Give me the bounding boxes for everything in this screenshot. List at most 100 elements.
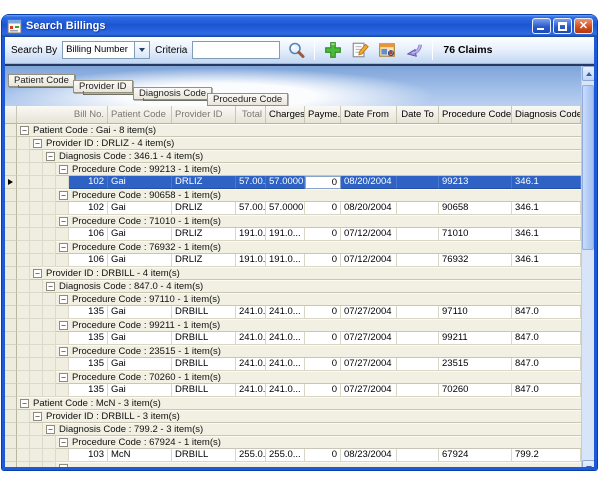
cell-bill-no[interactable]: 103 bbox=[69, 449, 108, 462]
column-header-total[interactable]: Total bbox=[236, 106, 266, 123]
cell-procedure-code[interactable]: 76932 bbox=[439, 254, 512, 267]
cell-diagnosis-code[interactable]: 847.0 bbox=[512, 332, 581, 345]
title-bar[interactable]: Search Billings ✕ bbox=[2, 15, 597, 37]
group-band[interactable]: −Procedure Code : 90658 - 1 item(s) bbox=[56, 189, 581, 202]
cell-date-from[interactable]: 07/27/2004 bbox=[341, 332, 397, 345]
row-selector[interactable] bbox=[5, 371, 17, 384]
collapse-icon[interactable]: − bbox=[59, 321, 68, 330]
group-band[interactable]: −Procedure Code : 76932 - 1 item(s) bbox=[56, 241, 581, 254]
row-selector[interactable] bbox=[5, 254, 17, 267]
table-row[interactable]: 135GaiDRBILL241.0...241.0...007/27/20042… bbox=[5, 358, 581, 371]
cell-patient-code[interactable]: Gai bbox=[108, 306, 172, 319]
maximize-button[interactable] bbox=[553, 18, 572, 34]
cell-diagnosis-code[interactable]: 847.0 bbox=[512, 358, 581, 371]
cell-date-to[interactable] bbox=[397, 228, 439, 241]
cell-bill-no[interactable]: 135 bbox=[69, 332, 108, 345]
cell-procedure-code[interactable]: 23515 bbox=[439, 358, 512, 371]
cell-charges[interactable]: 255.0... bbox=[266, 449, 305, 462]
vertical-scrollbar[interactable] bbox=[581, 66, 594, 470]
cell-bill-no[interactable]: 135 bbox=[69, 358, 108, 371]
row-selector[interactable] bbox=[5, 358, 17, 371]
table-row[interactable]: 106GaiDRLIZ191.0...191.0...007/12/200471… bbox=[5, 228, 581, 241]
group-band[interactable]: −Procedure Code : 99211 - 1 item(s) bbox=[56, 319, 581, 332]
collapse-icon[interactable]: − bbox=[59, 217, 68, 226]
cell-bill-no[interactable]: 106 bbox=[69, 228, 108, 241]
cell-date-to[interactable] bbox=[397, 332, 439, 345]
add-button[interactable] bbox=[322, 39, 344, 61]
table-row[interactable]: 102GaiDRLIZ57.00...57.0000008/20/2004906… bbox=[5, 202, 581, 215]
scrollbar-thumb[interactable] bbox=[582, 85, 594, 250]
row-selector[interactable] bbox=[5, 215, 17, 228]
cell-patient-code[interactable]: Gai bbox=[108, 176, 172, 189]
group-band[interactable]: −Procedure Code : 67924 - 1 item(s) bbox=[56, 436, 581, 449]
group-row[interactable]: −Patient Code : McN - 3 item(s) bbox=[5, 397, 581, 410]
scroll-down-button[interactable] bbox=[582, 460, 595, 470]
collapse-icon[interactable]: − bbox=[59, 295, 68, 304]
column-header-payme-[interactable]: Payme... bbox=[305, 106, 341, 123]
cell-procedure-code[interactable]: 70260 bbox=[439, 384, 512, 397]
cell-date-from[interactable]: 07/27/2004 bbox=[341, 358, 397, 371]
row-selector[interactable] bbox=[5, 202, 17, 215]
cell-bill-no[interactable]: 102 bbox=[69, 202, 108, 215]
cell-diagnosis-code[interactable]: 346.1 bbox=[512, 176, 581, 189]
cell-procedure-code[interactable]: 90658 bbox=[439, 202, 512, 215]
cell-bill-no[interactable]: 106 bbox=[69, 254, 108, 267]
cell-total[interactable]: 57.00... bbox=[236, 176, 266, 189]
row-selector[interactable] bbox=[5, 163, 17, 176]
cell-payments[interactable]: 0 bbox=[305, 449, 341, 462]
column-header-diagnosis-code[interactable]: Diagnosis Code bbox=[512, 106, 581, 123]
row-selector[interactable] bbox=[5, 150, 17, 163]
close-button[interactable]: ✕ bbox=[574, 18, 593, 34]
cell-procedure-code[interactable]: 97110 bbox=[439, 306, 512, 319]
search-by-dropdown[interactable]: Billing Number bbox=[62, 41, 150, 59]
collapse-icon[interactable]: − bbox=[59, 464, 68, 470]
cell-provider-id[interactable]: DRBILL bbox=[172, 449, 236, 462]
row-selector[interactable] bbox=[5, 410, 17, 423]
row-selector[interactable] bbox=[5, 124, 17, 137]
group-row[interactable]: −Patient Code : Gai - 8 item(s) bbox=[5, 124, 581, 137]
cell-date-to[interactable] bbox=[397, 176, 439, 189]
cell-diagnosis-code[interactable]: 346.1 bbox=[512, 202, 581, 215]
row-selector[interactable] bbox=[5, 423, 17, 436]
cell-total[interactable]: 241.0... bbox=[236, 358, 266, 371]
group-row[interactable]: −Procedure Code : 76932 - 1 item(s) bbox=[5, 241, 581, 254]
cell-payments[interactable]: 0 bbox=[305, 358, 341, 371]
cell-date-to[interactable] bbox=[397, 254, 439, 267]
cell-procedure-code[interactable]: 99211 bbox=[439, 332, 512, 345]
group-band[interactable]: −Provider ID : DRBILL - 4 item(s) bbox=[30, 267, 581, 280]
collapse-icon[interactable]: − bbox=[59, 347, 68, 356]
cell-bill-no[interactable]: 135 bbox=[69, 384, 108, 397]
cell-payments[interactable]: 0 bbox=[305, 254, 341, 267]
cell-diagnosis-code[interactable]: 799.2 bbox=[512, 449, 581, 462]
group-row[interactable]: −Procedure Code : 23515 - 1 item(s) bbox=[5, 345, 581, 358]
row-selector[interactable] bbox=[5, 189, 17, 202]
cell-date-from[interactable]: 08/20/2004 bbox=[341, 202, 397, 215]
group-row[interactable]: −Procedure Code : 67924 - 1 item(s) bbox=[5, 436, 581, 449]
row-selector[interactable] bbox=[5, 397, 17, 410]
cell-date-from[interactable]: 07/27/2004 bbox=[341, 306, 397, 319]
column-header-date-to[interactable]: Date To bbox=[397, 106, 439, 123]
cell-procedure-code[interactable]: 71010 bbox=[439, 228, 512, 241]
row-selector[interactable] bbox=[5, 332, 17, 345]
group-row[interactable]: −Provider ID : DRBILL - 4 item(s) bbox=[5, 267, 581, 280]
row-selector[interactable] bbox=[5, 267, 17, 280]
cell-date-from[interactable]: 08/23/2004 bbox=[341, 449, 397, 462]
cell-provider-id[interactable]: DRLIZ bbox=[172, 228, 236, 241]
collapse-icon[interactable]: − bbox=[59, 243, 68, 252]
cell-total[interactable]: 255.0... bbox=[236, 449, 266, 462]
cell-provider-id[interactable]: DRBILL bbox=[172, 358, 236, 371]
minimize-button[interactable] bbox=[532, 18, 551, 34]
collapse-icon[interactable]: − bbox=[20, 399, 29, 408]
cell-date-to[interactable] bbox=[397, 384, 439, 397]
table-row[interactable]: 102GaiDRLIZ57.00...57.0000008/20/2004992… bbox=[5, 176, 581, 189]
group-band[interactable]: −Patient Code : McN - 3 item(s) bbox=[17, 397, 581, 410]
collapse-icon[interactable]: − bbox=[59, 165, 68, 174]
cell-diagnosis-code[interactable]: 847.0 bbox=[512, 384, 581, 397]
cell-diagnosis-code[interactable]: 346.1 bbox=[512, 254, 581, 267]
table-row[interactable]: 106GaiDRLIZ191.0...191.0...007/12/200476… bbox=[5, 254, 581, 267]
cell-provider-id[interactable]: DRBILL bbox=[172, 332, 236, 345]
cell-patient-code[interactable]: Gai bbox=[108, 202, 172, 215]
cell-charges[interactable]: 191.0... bbox=[266, 254, 305, 267]
group-row[interactable]: −Procedure Code : 99213 - 1 item(s) bbox=[5, 163, 581, 176]
row-selector[interactable] bbox=[5, 293, 17, 306]
